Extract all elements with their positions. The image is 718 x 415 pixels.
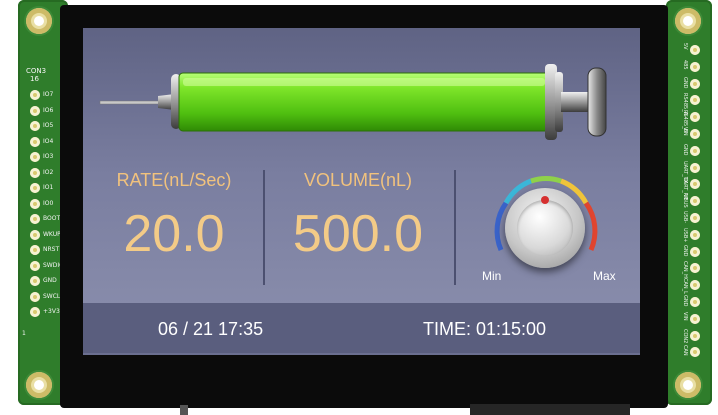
right-pin-label: CAN_H (682, 261, 688, 279)
status-bar: 06 / 21 17:35 TIME: 01:15:00 (83, 303, 640, 355)
right-pin-label: VBUS (682, 194, 688, 208)
right-pin-label: CAN (682, 345, 688, 357)
right-pin-label: GND (682, 143, 688, 156)
left-header-title: CON3 (26, 67, 47, 75)
header-pin (690, 129, 700, 139)
mounting-hole (675, 372, 701, 398)
left-pin-label: IO0 (43, 199, 54, 207)
header-pin (30, 152, 40, 162)
header-pin (30, 90, 40, 100)
left-pin-label: IO5 (43, 122, 54, 129)
divider (454, 170, 456, 285)
left-pin-label: WKUP (43, 230, 61, 238)
right-pin-label: CON2 (682, 328, 688, 343)
header-pin (30, 260, 40, 271)
volume-value[interactable]: 500.0 (273, 204, 443, 264)
left-pin-label: IO4 (43, 137, 54, 145)
volume-knob[interactable]: Min Max (482, 165, 616, 285)
lcd-screen: RATE(nL/Sec) 20.0 VOLUME(nL) 500.0 Min M… (83, 28, 640, 355)
left-pin-label: NRST (43, 246, 60, 253)
mounting-hole (26, 372, 52, 398)
header-pin (690, 78, 700, 89)
syringe-graphic (99, 64, 607, 140)
header-pin (690, 313, 700, 324)
right-pin-label: USB+ (682, 227, 688, 243)
datetime-display: 06 / 21 17:35 (158, 319, 264, 339)
right-header-board (666, 0, 712, 405)
header-pin (30, 183, 40, 193)
header-pin (30, 198, 40, 209)
knob-indicator-dot (541, 196, 549, 204)
header-pin (30, 167, 40, 178)
mounting-hole (675, 8, 701, 34)
header-pin (690, 162, 700, 173)
header-pin (690, 213, 700, 223)
right-pin-label: USB- (682, 211, 688, 224)
right-pin-label: GND (682, 76, 688, 89)
rate-label: RATE(nL/Sec) (116, 170, 232, 190)
right-pin-label: 5V (682, 43, 688, 50)
left-pin-label: +3V3 (43, 308, 60, 315)
header-pin (690, 229, 700, 240)
left-pin-one-marker: 1 (22, 330, 26, 337)
divider (263, 170, 265, 285)
syringe-thumb-pad (587, 67, 607, 137)
header-pin (30, 214, 40, 224)
header-pin (690, 145, 700, 156)
header-pin (690, 297, 700, 307)
left-pin-label: IO1 (43, 184, 54, 191)
header-pin (30, 276, 40, 286)
left-pin-label: IO2 (43, 168, 54, 176)
header-pin (690, 246, 700, 257)
header-pin (30, 105, 40, 116)
elapsed-time-display: TIME: 01:15:00 (423, 319, 547, 339)
left-pin-label: IO6 (43, 106, 54, 114)
right-pin-label: 485 (682, 59, 688, 70)
knob-cap (517, 200, 573, 256)
mounting-hole (26, 8, 52, 34)
header-pin (690, 330, 700, 341)
header-pin (30, 121, 40, 131)
left-pin-label: GND (43, 277, 57, 284)
left-pin-label: IO7 (43, 91, 54, 98)
header-pin (30, 136, 40, 147)
header-pin (690, 45, 700, 55)
rate-value[interactable]: 20.0 (99, 204, 249, 264)
flex-cable-tab (180, 405, 188, 415)
right-pin-label: VIN (682, 311, 688, 321)
right-pin-label: VIN (682, 127, 688, 136)
right-pin-label: CAN_L (682, 278, 688, 295)
header-pin (690, 61, 700, 72)
header-pin (30, 307, 40, 317)
flex-cable (470, 404, 630, 415)
knob-min-label: Min (482, 269, 502, 283)
volume-label: VOLUME(nL) (303, 170, 413, 190)
left-pin-label: IO3 (43, 153, 54, 160)
header-pin (30, 291, 40, 302)
syringe-needle (99, 100, 161, 105)
knob-max-label: Max (593, 269, 616, 283)
right-pin-label: GND (682, 295, 688, 307)
right-pin-label: GND (682, 244, 688, 257)
header-pin (30, 245, 40, 255)
left-header-pin-count: 16 (30, 75, 39, 83)
header-pin (30, 229, 40, 240)
